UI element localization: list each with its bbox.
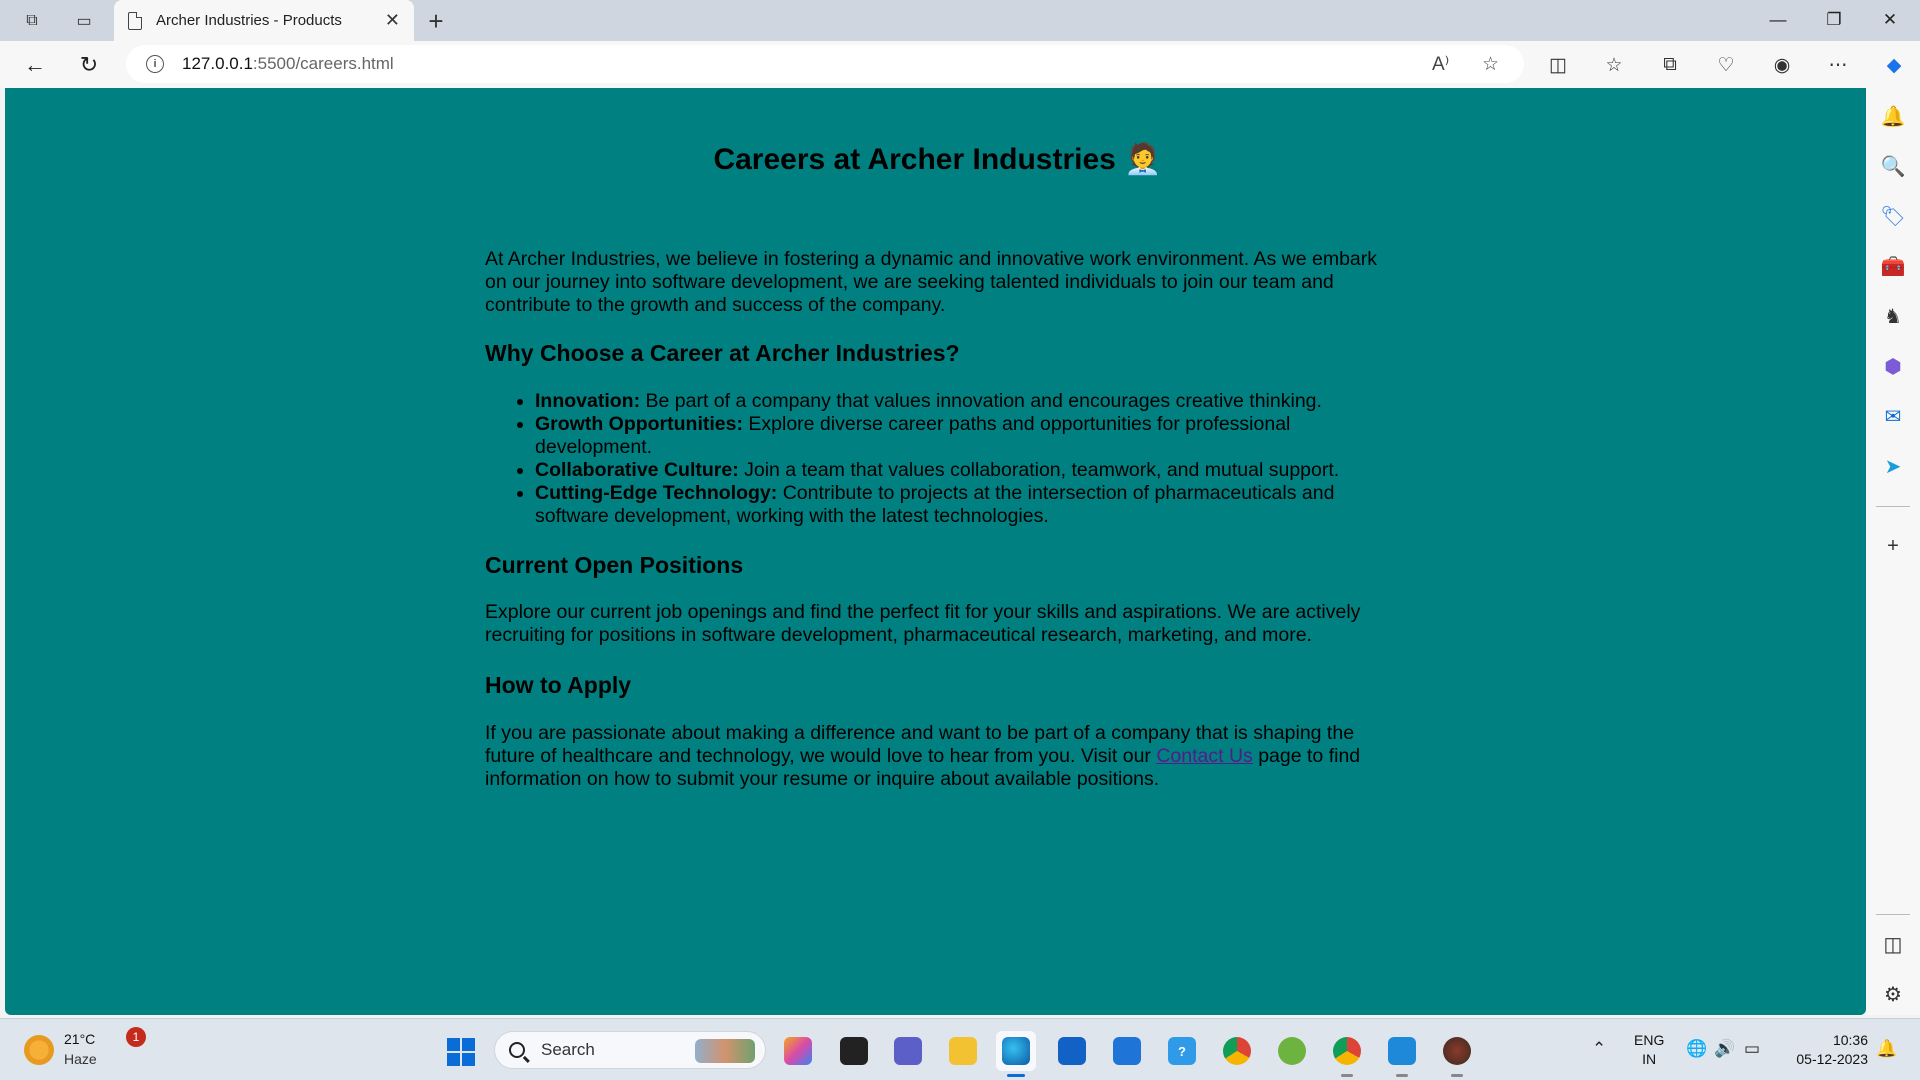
language-code: ENG (1634, 1032, 1665, 1048)
apply-paragraph: If you are passionate about making a dif… (485, 722, 1390, 791)
notification-bell-icon[interactable]: 🔔 (1879, 102, 1907, 130)
minimize-button[interactable]: — (1750, 0, 1806, 40)
settings-gear-icon[interactable]: ⚙ (1879, 980, 1907, 1008)
close-tab-icon[interactable]: ✕ (385, 10, 400, 31)
weather-temperature[interactable]: 21°C (64, 1031, 95, 1047)
battery-icon[interactable]: ▭ (1744, 1039, 1760, 1059)
url-path: :5500/careers.html (252, 54, 394, 73)
myhp-icon[interactable] (1107, 1031, 1147, 1071)
vscode-icon[interactable] (1382, 1031, 1422, 1077)
task-view-icon[interactable] (834, 1031, 874, 1071)
page-icon (128, 11, 142, 30)
system-clock[interactable]: 10:36 05-12-2023 (1786, 1031, 1868, 1069)
more-options-icon[interactable]: ⋯ (1824, 51, 1852, 79)
input-language[interactable]: ENG IN (1634, 1031, 1664, 1069)
workspaces-icon[interactable]: ⧉ (16, 6, 48, 36)
perk-label: Cutting-Edge Technology: (535, 482, 778, 504)
apply-heading: How to Apply (485, 672, 632, 698)
outlook-icon[interactable]: ✉ (1879, 402, 1907, 430)
list-item: Growth Opportunities: Explore diverse ca… (535, 413, 1390, 459)
tab-actions-icon[interactable]: ▭ (68, 6, 100, 36)
search-label: Search (541, 1040, 595, 1059)
site-info-icon[interactable]: i (146, 55, 164, 73)
copilot-pre-icon[interactable] (778, 1031, 818, 1071)
why-heading: Why Choose a Career at Archer Industries… (485, 340, 960, 366)
windows-start-icon[interactable] (447, 1038, 475, 1066)
copilot-icon[interactable]: ◆ (1880, 51, 1908, 79)
favorite-star-icon[interactable]: ☆ (1482, 53, 1499, 76)
perk-text: Join a team that values collaboration, t… (738, 459, 1340, 481)
restore-button[interactable]: ❐ (1806, 0, 1862, 40)
close-window-button[interactable]: ✕ (1862, 0, 1918, 40)
refresh-icon[interactable]: ↻ (72, 49, 106, 81)
clock-date: 05-12-2023 (1796, 1051, 1868, 1067)
url-host: 127.0.0.1 (182, 54, 253, 73)
address-bar[interactable]: i 127.0.0.1:5500/careers.html A⁾ ☆ (126, 45, 1524, 83)
taskbar: 21°C Haze 1 Search ? ⌃ ENG IN 🌐 🔊 ▭ 10:3… (0, 1018, 1920, 1080)
extension-icon[interactable]: ◉ (1768, 51, 1796, 79)
collections-icon[interactable]: ⧉ (1656, 51, 1684, 79)
edge-sidebar: 🔔 🔍 🏷 🧰 ♞ ⬢ ✉ ➤ + ◫ ⚙ (1866, 88, 1920, 1015)
perk-label: Collaborative Culture: (535, 459, 739, 481)
weather-haze-icon[interactable] (24, 1035, 54, 1065)
drop-icon[interactable]: ➤ (1879, 452, 1907, 480)
hide-sidebar-icon[interactable]: ◫ (1879, 930, 1907, 958)
taskbar-search[interactable]: Search (494, 1031, 766, 1069)
notification-badge: 1 (126, 1027, 146, 1047)
list-item: Innovation: Be part of a company that va… (535, 390, 1390, 413)
network-globe-icon[interactable]: 🌐 (1686, 1039, 1707, 1059)
chrome-profile-icon[interactable] (1327, 1031, 1367, 1077)
weather-description[interactable]: Haze (64, 1051, 97, 1067)
edge-browser-icon[interactable] (996, 1031, 1036, 1077)
teams-chat-icon[interactable] (888, 1031, 928, 1071)
region-code: IN (1642, 1051, 1657, 1067)
microsoft-store-icon[interactable] (1052, 1031, 1092, 1071)
browser-toolbar: ← ↻ i 127.0.0.1:5500/careers.html A⁾ ☆ ◫… (0, 41, 1920, 88)
sidebar-divider (1876, 914, 1910, 915)
back-arrow-icon[interactable]: ← (18, 49, 52, 81)
split-screen-icon[interactable]: ◫ (1544, 51, 1572, 79)
microsoft-365-icon[interactable]: ⬢ (1879, 352, 1907, 380)
add-icon[interactable]: + (1879, 532, 1907, 560)
active-tab[interactable]: Archer Industries - Products ✕ (114, 0, 414, 41)
tools-icon[interactable]: 🧰 (1879, 252, 1907, 280)
clock-time: 10:36 (1832, 1032, 1868, 1048)
positions-heading: Current Open Positions (485, 552, 744, 578)
notification-center-bell-icon[interactable]: 🔔 (1876, 1039, 1897, 1059)
help-tips-icon[interactable]: ? (1162, 1031, 1202, 1071)
tab-title: Archer Industries - Products (156, 12, 342, 29)
chrome-icon[interactable] (1217, 1031, 1257, 1071)
page-viewport: Careers at Archer Industries 🧑‍💼 At Arch… (5, 88, 1866, 1015)
perks-list: Innovation: Be part of a company that va… (535, 390, 1390, 528)
file-explorer-icon[interactable] (943, 1031, 983, 1071)
perk-text: Be part of a company that values innovat… (640, 390, 1322, 412)
page-title: Careers at Archer Industries 🧑‍💼 (713, 143, 1162, 176)
shopping-tag-icon[interactable]: 🏷 (1879, 202, 1907, 230)
perk-label: Growth Opportunities: (535, 413, 743, 435)
list-item: Cutting-Edge Technology: Contribute to p… (535, 482, 1390, 528)
app-emblem-icon[interactable] (1437, 1031, 1477, 1077)
search-highlight-image (695, 1039, 755, 1063)
new-tab-button[interactable]: + (420, 6, 452, 36)
positions-paragraph: Explore our current job openings and fin… (485, 601, 1361, 646)
read-aloud-icon[interactable]: A⁾ (1432, 53, 1449, 76)
list-item: Collaborative Culture: Join a team that … (535, 459, 1390, 482)
sidebar-divider (1876, 506, 1910, 507)
browser-essentials-icon[interactable]: ♡ (1712, 51, 1740, 79)
title-bar: ⧉ ▭ Archer Industries - Products ✕ + — ❐… (0, 0, 1920, 41)
search-icon[interactable]: 🔍 (1879, 152, 1907, 180)
search-icon (509, 1042, 525, 1058)
games-icon[interactable]: ♞ (1879, 302, 1907, 330)
spring-tool-icon[interactable] (1272, 1031, 1312, 1071)
favorites-icon[interactable]: ☆ (1600, 51, 1628, 79)
intro-paragraph: At Archer Industries, we believe in fost… (485, 248, 1378, 316)
show-hidden-icons-chevron-icon[interactable]: ⌃ (1592, 1039, 1606, 1059)
contact-us-link[interactable]: Contact Us (1156, 745, 1252, 767)
perk-label: Innovation: (535, 390, 641, 412)
volume-icon[interactable]: 🔊 (1714, 1039, 1735, 1059)
